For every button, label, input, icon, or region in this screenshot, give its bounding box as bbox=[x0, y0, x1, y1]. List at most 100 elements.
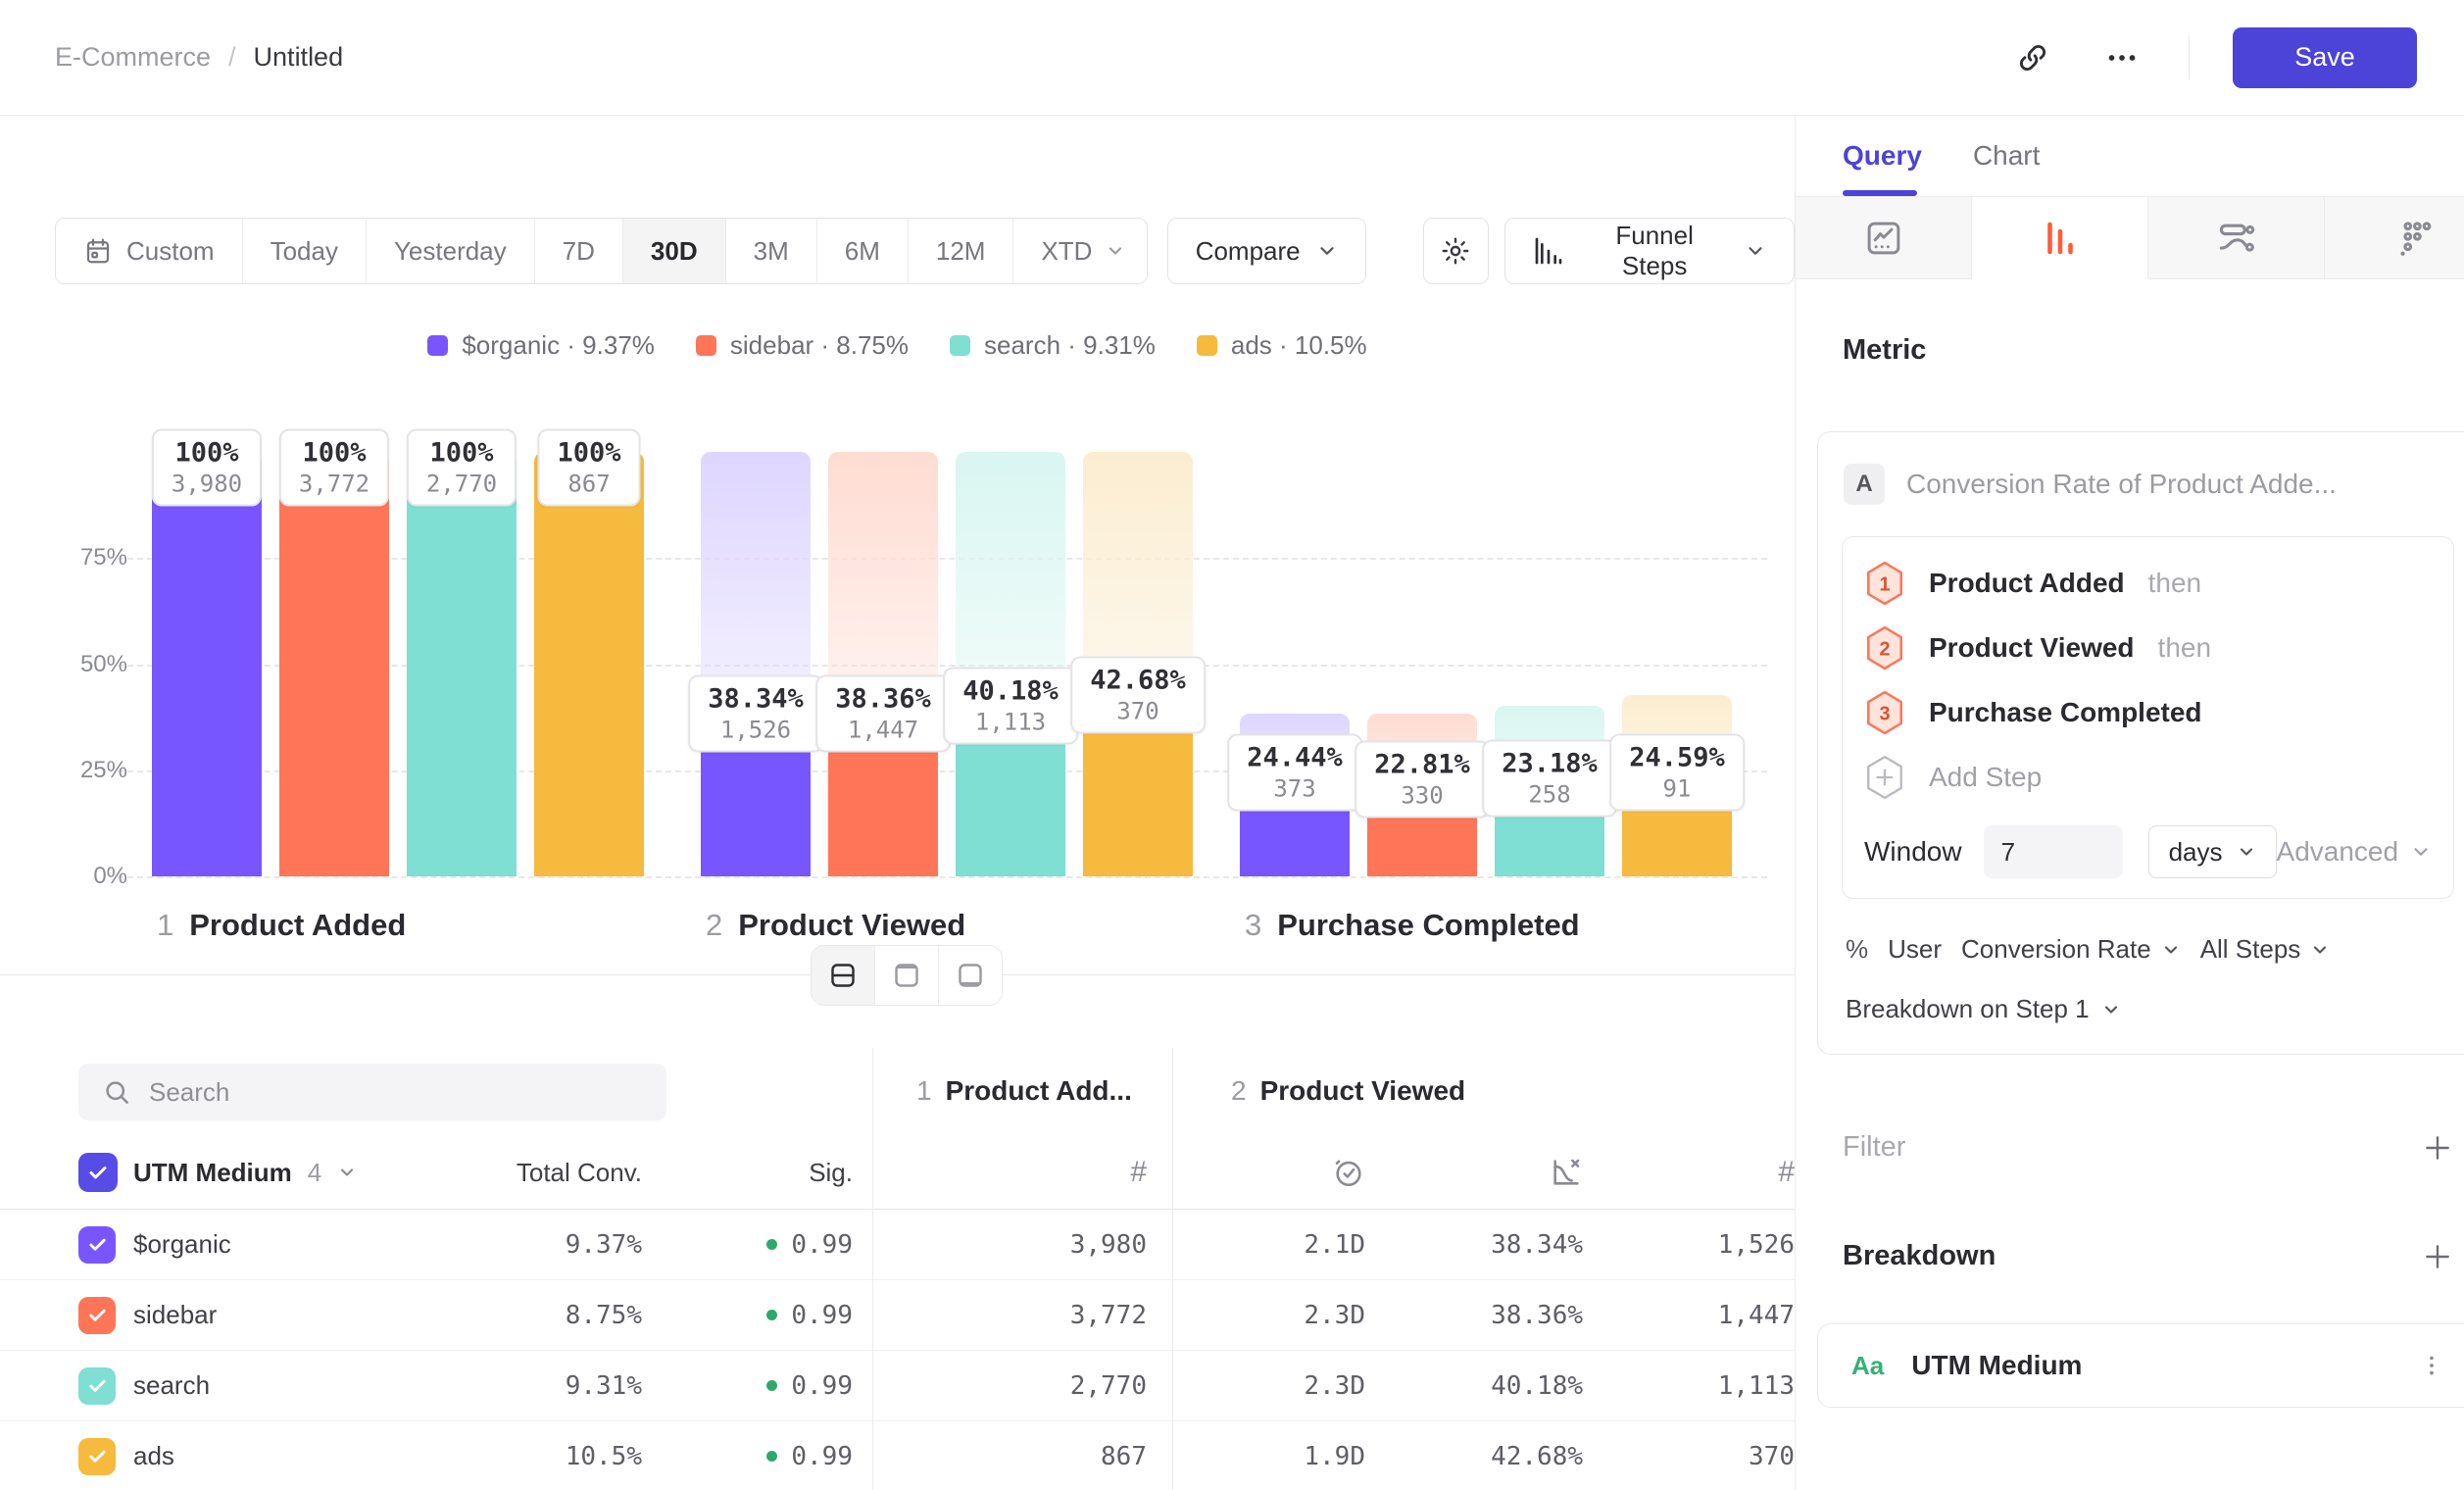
bar-count-value: 2,770 bbox=[426, 471, 497, 498]
query-step-label: Product Viewed bbox=[1929, 632, 2135, 664]
compare-button[interactable]: Compare bbox=[1167, 218, 1366, 284]
measure-user[interactable]: User bbox=[1888, 934, 1942, 965]
count-metric-icon[interactable]: # bbox=[1130, 1156, 1147, 1189]
row-checkbox[interactable] bbox=[78, 1367, 116, 1405]
bar-value-label: 100%3,772 bbox=[279, 429, 389, 507]
sig-value: 0.99 bbox=[766, 1442, 853, 1471]
sig-value: 0.99 bbox=[766, 1371, 853, 1401]
svg-text:3: 3 bbox=[1879, 703, 1890, 724]
date-range-6m[interactable]: 6M bbox=[817, 219, 909, 283]
conversion-metric-icon[interactable] bbox=[1550, 1156, 1583, 1189]
compare-label: Compare bbox=[1196, 236, 1301, 267]
measure-type-select[interactable]: Conversion Rate bbox=[1961, 934, 2181, 965]
tab-chart[interactable]: Chart bbox=[1973, 140, 2040, 172]
breakdown-table: 1 Product Add... 2 Product Viewed UTM Me… bbox=[0, 1048, 1795, 1490]
breakdown-item[interactable]: Aa UTM Medium bbox=[1817, 1323, 2464, 1408]
table-row-search: search9.31%0.992,7702.3D40.18%1,113 bbox=[0, 1351, 1795, 1421]
tab-funnels[interactable] bbox=[1972, 197, 2148, 279]
query-step-2[interactable]: 2Product Viewedthen bbox=[1864, 616, 2432, 680]
add-filter-button[interactable] bbox=[2422, 1132, 2453, 1164]
tab-query[interactable]: Query bbox=[1843, 140, 1922, 172]
filter-section: Filter bbox=[1817, 1131, 2464, 1164]
tab-retention[interactable] bbox=[2148, 197, 2325, 279]
legend-item-sidebar[interactable]: sidebar · 8.75% bbox=[696, 330, 909, 361]
ellipsis-icon bbox=[2104, 40, 2140, 75]
step-name: Product Viewed bbox=[738, 908, 965, 943]
chart-table-divider bbox=[0, 974, 1795, 975]
window-unit-select[interactable]: days bbox=[2148, 825, 2277, 878]
window-value-input[interactable] bbox=[1984, 825, 2123, 878]
sig-dot bbox=[766, 1310, 777, 1320]
layout-toggle-table-only-view[interactable] bbox=[939, 946, 1002, 1005]
query-panel: Query Chart bbox=[1795, 116, 2464, 1490]
add-step-button[interactable]: Add Step bbox=[1864, 745, 2432, 810]
bar-pct-value: 100% bbox=[426, 438, 497, 469]
legend-item-organic[interactable]: $organic · 9.37% bbox=[427, 330, 655, 361]
chart-step-label-1: 1Product Added bbox=[157, 908, 406, 943]
bar-value-label: 38.36%1,447 bbox=[815, 674, 951, 752]
date-range-label: 30D bbox=[651, 236, 698, 267]
legend-item-search[interactable]: search · 9.31% bbox=[950, 330, 1156, 361]
funnel-bar-organic-step1[interactable] bbox=[152, 452, 262, 876]
bar-value-label: 40.18%1,113 bbox=[943, 668, 1078, 745]
funnel-bar-ads-step1[interactable] bbox=[534, 452, 644, 876]
query-step-1[interactable]: 1Product Addedthen bbox=[1864, 551, 2432, 616]
gear-icon bbox=[1440, 235, 1471, 267]
row-name-cell: sidebar bbox=[78, 1297, 431, 1334]
bar-value-label: 38.34%1,526 bbox=[688, 674, 823, 752]
step-then-label: then bbox=[2148, 568, 2202, 599]
date-range-12m[interactable]: 12M bbox=[909, 219, 1014, 283]
sig-header[interactable]: Sig. bbox=[809, 1158, 853, 1188]
more-options-button[interactable] bbox=[2098, 34, 2145, 81]
date-range-xtd[interactable]: XTD bbox=[1013, 219, 1147, 283]
row-checkbox[interactable] bbox=[78, 1226, 116, 1264]
select-all-checkbox[interactable] bbox=[78, 1153, 118, 1192]
retention-icon bbox=[2215, 217, 2258, 260]
page-title[interactable]: Untitled bbox=[254, 42, 344, 73]
chevron-down-icon[interactable] bbox=[337, 1163, 357, 1182]
measure-steps-select[interactable]: All Steps bbox=[2200, 934, 2331, 965]
bar-value-label: 24.44%373 bbox=[1227, 734, 1362, 812]
total-conv-header[interactable]: Total Conv. bbox=[517, 1158, 642, 1188]
tab-flows[interactable] bbox=[2325, 197, 2464, 279]
legend-item-ads[interactable]: ads · 10.5% bbox=[1197, 330, 1367, 361]
chart-settings-button[interactable] bbox=[1423, 218, 1490, 284]
kebab-icon bbox=[2419, 1353, 2444, 1378]
group-column-label[interactable]: UTM Medium bbox=[133, 1158, 292, 1188]
search-input[interactable] bbox=[149, 1077, 643, 1108]
metric-title-row[interactable]: A Conversion Rate of Product Adde... bbox=[1842, 458, 2454, 511]
date-range-30d[interactable]: 30D bbox=[623, 219, 726, 283]
date-range-group: Custom Today Yesterday7D 30D 3M6M12MXTD bbox=[55, 218, 1148, 284]
advanced-toggle[interactable]: Advanced bbox=[2277, 836, 2433, 868]
row-checkbox[interactable] bbox=[78, 1438, 116, 1475]
row-checkbox[interactable] bbox=[78, 1297, 116, 1334]
step2-count: 1,447 bbox=[1718, 1301, 1795, 1330]
add-breakdown-button[interactable] bbox=[2422, 1241, 2453, 1272]
layout-toggle-chart-only-view[interactable] bbox=[875, 946, 939, 1005]
funnel-bar-search-step1[interactable] bbox=[407, 452, 517, 876]
filter-label: Filter bbox=[1843, 1131, 1905, 1164]
layout-toggle-split-view[interactable] bbox=[812, 946, 875, 1005]
tab-insights[interactable] bbox=[1796, 197, 1972, 279]
funnel-bar-sidebar-step1[interactable] bbox=[279, 452, 389, 876]
save-button[interactable]: Save bbox=[2233, 27, 2417, 88]
breakdown-options-button[interactable] bbox=[2411, 1345, 2452, 1386]
date-range-label: Today bbox=[271, 236, 338, 267]
legend-label: $organic · 9.37% bbox=[462, 330, 655, 361]
breadcrumb-parent[interactable]: E-Commerce bbox=[55, 42, 211, 73]
query-step-3[interactable]: 3Purchase Completed bbox=[1864, 680, 2432, 745]
chart-type-button[interactable]: Funnel Steps bbox=[1504, 218, 1795, 284]
bar-count-value: 373 bbox=[1247, 775, 1343, 803]
date-range-3m[interactable]: 3M bbox=[726, 219, 817, 283]
chevron-down-icon bbox=[1745, 240, 1766, 262]
table-row-organic: $organic9.37%0.993,9802.1D38.34%1,526 bbox=[0, 1210, 1795, 1280]
share-link-button[interactable] bbox=[2010, 35, 2055, 80]
metric-title: Conversion Rate of Product Adde... bbox=[1906, 469, 2337, 500]
avg-time-metric-icon[interactable] bbox=[1332, 1156, 1365, 1189]
breakdown-on-select[interactable]: Breakdown on Step 1 bbox=[1842, 994, 2454, 1024]
date-range-custom[interactable]: Custom bbox=[56, 219, 243, 283]
date-range-today[interactable]: Today bbox=[243, 219, 367, 283]
date-range-yesterday[interactable]: Yesterday bbox=[367, 219, 535, 283]
count-metric-icon[interactable]: # bbox=[1778, 1156, 1795, 1189]
date-range-7d[interactable]: 7D bbox=[535, 219, 623, 283]
